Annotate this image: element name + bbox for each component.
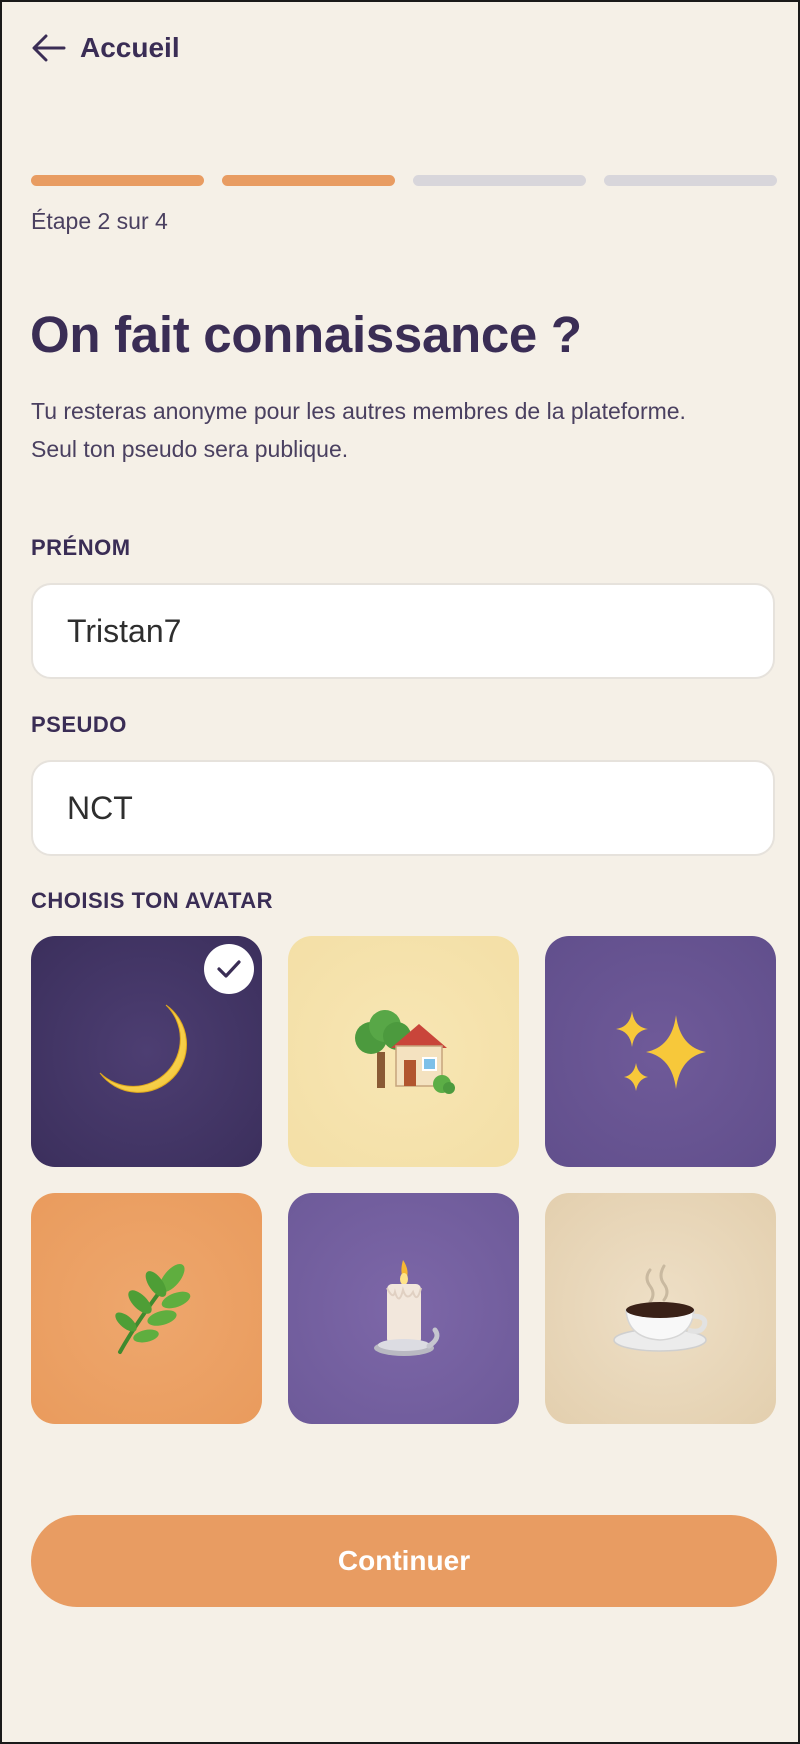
sparkles-icon xyxy=(615,1010,706,1091)
avatar-option-sparkles[interactable] xyxy=(545,936,776,1167)
progress-segment-3 xyxy=(413,175,586,186)
progress-segment-2 xyxy=(222,175,395,186)
page-title: On fait connaissance ? xyxy=(30,306,582,363)
back-label: Accueil xyxy=(80,32,180,63)
first-name-label: PRÉNOM xyxy=(31,535,131,560)
screen-frame xyxy=(0,0,800,1744)
progress-segment-1 xyxy=(31,175,204,186)
first-name-input[interactable] xyxy=(31,583,775,679)
house-with-tree-icon xyxy=(354,1009,455,1094)
step-indicator: Étape 2 sur 4 xyxy=(31,208,168,234)
check-icon xyxy=(204,944,254,994)
hot-coffee-icon xyxy=(612,1264,707,1352)
continue-button[interactable]: Continuer xyxy=(31,1515,777,1607)
progress-bar xyxy=(31,175,777,186)
avatar-option-herb[interactable] xyxy=(31,1193,262,1424)
back-button[interactable]: Accueil xyxy=(32,32,180,64)
avatar-option-moon[interactable] xyxy=(31,936,262,1167)
avatar-option-candle[interactable] xyxy=(288,1193,519,1424)
avatar-option-coffee[interactable] xyxy=(545,1193,776,1424)
arrow-left-icon xyxy=(32,34,66,62)
pseudo-label: PSEUDO xyxy=(31,712,127,737)
avatar-option-house[interactable] xyxy=(288,936,519,1167)
herb-icon xyxy=(114,1263,190,1354)
avatar-grid xyxy=(31,936,777,1424)
page-subtitle: Tu resteras anonyme pour les autres memb… xyxy=(31,398,686,462)
crescent-moon-icon xyxy=(99,1004,187,1093)
progress-segment-4 xyxy=(604,175,777,186)
candle-icon xyxy=(373,1259,439,1356)
pseudo-input[interactable] xyxy=(31,760,775,856)
avatar-label: CHOISIS TON AVATAR xyxy=(31,888,274,913)
